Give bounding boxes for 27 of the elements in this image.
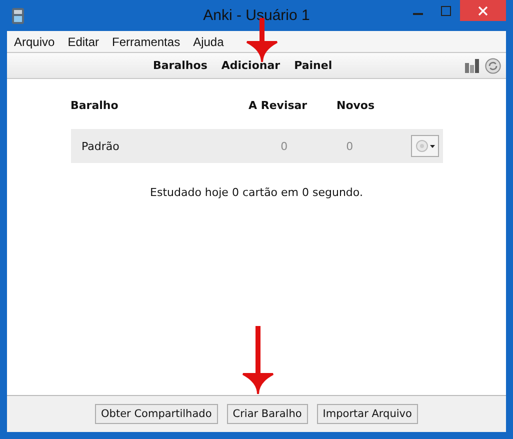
menu-item[interactable]: Ajuda <box>193 34 224 48</box>
toolbar-link[interactable]: Adicionar <box>221 59 280 72</box>
column-header: Novos <box>336 98 375 112</box>
menu-item[interactable]: Editar <box>68 34 100 48</box>
app-icon <box>11 6 25 24</box>
action-button[interactable]: Criar Baralho <box>226 404 308 424</box>
sync-icon[interactable] <box>485 58 501 74</box>
action-button[interactable]: Obter Compartilhado <box>95 404 218 424</box>
maximize-icon[interactable] <box>441 6 451 16</box>
close-button[interactable] <box>460 0 506 21</box>
new-count: 0 <box>346 140 354 152</box>
action-button[interactable]: Importar Arquivo <box>316 404 418 424</box>
close-icon <box>478 6 488 16</box>
due-count: 0 <box>280 140 289 152</box>
column-header: Baralho <box>70 98 120 112</box>
toolbar-link[interactable]: Baralhos <box>153 59 208 72</box>
deck-row[interactable]: Padrão 0 0 <box>70 129 442 163</box>
toolbar-link[interactable]: Painel <box>294 59 332 72</box>
study-summary: Estudado hoje 0 cartão em 0 segundo. <box>150 186 363 199</box>
menu-item[interactable]: Arquivo <box>14 34 55 48</box>
menu-item[interactable]: Ferramentas <box>112 34 180 48</box>
stats-icon[interactable] <box>465 58 481 72</box>
column-header: A Revisar <box>248 98 308 112</box>
deck-options-button[interactable] <box>411 135 438 157</box>
arrow-annotation <box>241 326 275 394</box>
window-title: Anki - Usuário 1 <box>203 7 310 24</box>
deck-name[interactable]: Padrão <box>82 140 281 152</box>
